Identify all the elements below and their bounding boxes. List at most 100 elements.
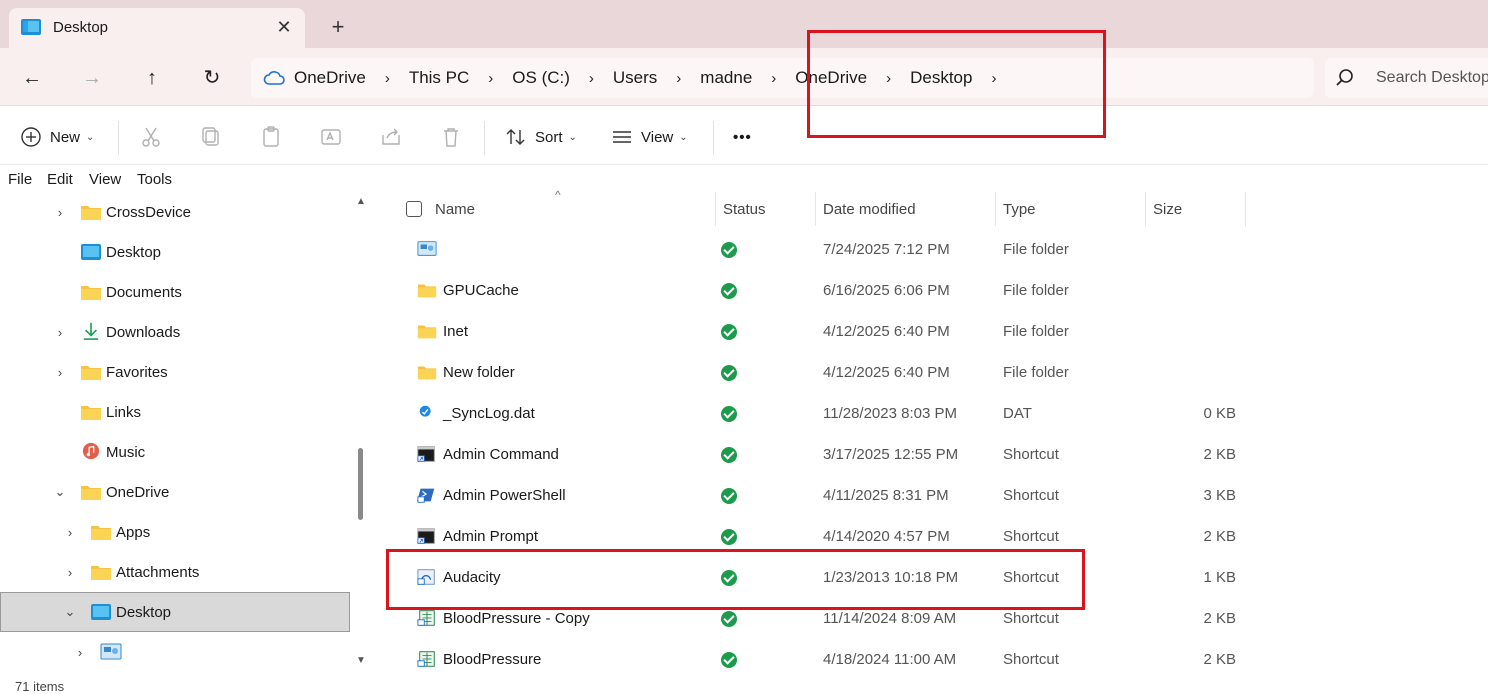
back-button[interactable]: ← [18, 64, 46, 92]
file-row[interactable]: 7/24/2025 7:12 PM File folder [372, 229, 1488, 270]
copy-icon[interactable] [199, 125, 223, 149]
breadcrumb-separator[interactable]: › [385, 70, 390, 87]
sync-status-ok-icon [721, 529, 737, 545]
chevron-right-icon[interactable]: › [53, 365, 67, 380]
breadcrumb-separator[interactable]: › [771, 70, 776, 87]
breadcrumb-users[interactable]: Users [613, 68, 657, 88]
search-box[interactable]: Search Desktop [1325, 58, 1488, 98]
menu-tools[interactable]: Tools [137, 171, 172, 188]
select-all-checkbox[interactable] [406, 201, 422, 217]
folder-icon [417, 325, 437, 339]
breadcrumb-separator[interactable]: › [488, 70, 493, 87]
column-divider[interactable] [1145, 192, 1146, 226]
breadcrumb-onedrive-2[interactable]: OneDrive [795, 68, 867, 88]
file-row[interactable]: Admin PowerShell 4/11/2025 8:31 PM Shortcu… [372, 475, 1488, 516]
breadcrumb-separator[interactable]: › [991, 70, 996, 87]
tree-item-music[interactable]: Music [0, 432, 350, 472]
breadcrumb-separator[interactable]: › [886, 70, 891, 87]
view-button[interactable]: View ⌄ [611, 123, 688, 151]
refresh-button[interactable]: ↻ [198, 64, 226, 92]
delete-icon[interactable] [439, 125, 463, 149]
chevron-right-icon[interactable]: › [63, 525, 77, 540]
sort-button[interactable]: Sort ⌄ [505, 123, 577, 151]
file-row[interactable]: _SyncLog.dat 11/28/2023 8:03 PM DAT 0 KB [372, 393, 1488, 434]
file-row[interactable]: Admin Prompt 4/14/2020 4:57 PM Shortcut 2 K… [372, 516, 1488, 557]
column-size[interactable]: Size [1153, 201, 1182, 218]
file-row[interactable]: New folder 4/12/2025 6:40 PM File folder [372, 352, 1488, 393]
tree-item-attachments[interactable]: › Attachments [0, 552, 350, 592]
tree-label: Links [106, 403, 142, 421]
chevron-right-icon[interactable]: › [53, 325, 67, 340]
file-name: Inet [443, 323, 469, 340]
tree-item-documents[interactable]: Documents [0, 272, 350, 312]
tree-label: Apps [116, 523, 151, 541]
column-date-modified[interactable]: Date modified [823, 201, 916, 218]
chevron-down-icon[interactable]: ⌄ [53, 484, 67, 500]
chevron-right-icon[interactable]: › [53, 205, 67, 220]
file-name: Admin PowerShell [443, 487, 566, 504]
scroll-down-arrow-icon[interactable]: ▼ [356, 655, 366, 666]
new-tab-button[interactable]: + [326, 15, 350, 39]
tree-item-desktop[interactable]: Desktop [0, 232, 350, 272]
file-row[interactable]: Audacity 1/23/2013 10:18 PM Shortcut 1 KB [372, 557, 1488, 598]
tree-item-favorites[interactable]: › Favorites [0, 352, 350, 392]
folder-icon [81, 366, 101, 380]
column-divider[interactable] [815, 192, 816, 226]
tree-item-links[interactable]: Links [0, 392, 350, 432]
forward-button[interactable]: → [78, 64, 106, 92]
scrollbar-thumb[interactable] [358, 448, 363, 520]
up-button[interactable]: ↑ [138, 64, 166, 92]
tree-item-apps[interactable]: › Apps [0, 512, 350, 552]
more-options-button[interactable]: ••• [733, 123, 752, 151]
file-type: File folder [1003, 282, 1069, 299]
breadcrumb-separator[interactable]: › [589, 70, 594, 87]
breadcrumb-madne[interactable]: madne [700, 68, 752, 88]
chevron-right-icon[interactable]: › [73, 645, 87, 660]
file-row[interactable]: Inet 4/12/2025 6:40 PM File folder [372, 311, 1488, 352]
menu-view[interactable]: View [89, 171, 121, 188]
column-divider[interactable] [715, 192, 716, 226]
column-divider[interactable] [1245, 192, 1246, 226]
tree-item-downloads[interactable]: › Downloads [0, 312, 350, 352]
share-icon[interactable] [379, 125, 403, 149]
file-row[interactable]: BloodPressure - Copy 11/14/2024 8:09 AM Sh… [372, 598, 1488, 639]
breadcrumb-desktop[interactable]: Desktop [910, 68, 972, 88]
tree-item-control-panel[interactable]: › [0, 632, 350, 672]
column-name[interactable]: Name [435, 201, 475, 218]
file-name: Admin Command [443, 446, 559, 463]
tree-item-crossdevice[interactable]: › CrossDevice [0, 192, 350, 232]
sync-status-ok-icon [721, 570, 737, 586]
navigation-scrollbar[interactable]: ▲ ▼ [352, 192, 370, 674]
folder-icon [81, 206, 101, 220]
file-row[interactable]: Admin Command 3/17/2025 12:55 PM Shortcut 2… [372, 434, 1488, 475]
address-bar[interactable]: OneDrive › This PC › OS (C:) › Users › m… [251, 58, 1314, 98]
file-row[interactable]: GPUCache 6/16/2025 6:06 PM File folder [372, 270, 1488, 311]
chevron-right-icon[interactable]: › [63, 565, 77, 580]
column-divider[interactable] [995, 192, 996, 226]
tree-item-onedrive-desktop[interactable]: ⌄ Desktop [0, 592, 350, 632]
file-name: Admin Prompt [443, 528, 539, 545]
menu-edit[interactable]: Edit [47, 171, 73, 188]
close-tab-icon[interactable]: ✕ [273, 16, 295, 38]
breadcrumb-os-c[interactable]: OS (C:) [512, 68, 570, 88]
column-type[interactable]: Type [1003, 201, 1036, 218]
breadcrumb-this-pc[interactable]: This PC [409, 68, 469, 88]
chevron-down-icon[interactable]: ⌄ [63, 604, 77, 620]
breadcrumb-separator[interactable]: › [676, 70, 681, 87]
cut-icon[interactable] [139, 125, 163, 149]
tree-item-onedrive[interactable]: ⌄ OneDrive [0, 472, 350, 512]
file-size: 0 KB [1203, 405, 1236, 422]
breadcrumb-onedrive[interactable]: OneDrive [294, 68, 366, 88]
menu-file[interactable]: File [8, 171, 32, 188]
file-row[interactable]: BloodPressure 4/18/2024 11:00 AM Shortcut 2… [372, 639, 1488, 680]
tree-label: Documents [106, 283, 182, 301]
tab-desktop[interactable]: Desktop ✕ [9, 8, 305, 48]
plus-circle-icon [21, 127, 41, 147]
column-status[interactable]: Status [723, 201, 766, 218]
rename-icon[interactable] [319, 125, 343, 149]
tab-title: Desktop [53, 19, 109, 36]
file-date-modified: 11/28/2023 8:03 PM [823, 405, 957, 422]
paste-icon[interactable] [259, 125, 283, 149]
new-button[interactable]: New ⌄ [20, 123, 94, 151]
scroll-up-arrow-icon[interactable]: ▲ [356, 196, 366, 207]
